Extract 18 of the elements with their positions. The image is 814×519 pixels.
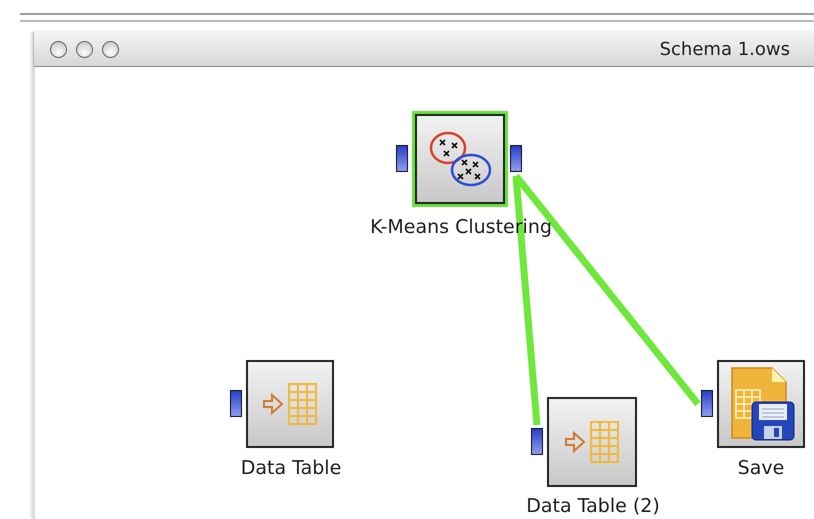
close-button[interactable] (50, 40, 67, 58)
widget-node[interactable] (547, 397, 637, 487)
node-label: Data Table (240, 457, 342, 479)
node-label: Save (738, 457, 784, 479)
widget-node[interactable] (246, 360, 334, 448)
input-port[interactable] (701, 390, 713, 417)
table-icon (564, 420, 620, 464)
input-port[interactable] (531, 428, 543, 455)
table-icon (262, 382, 318, 426)
window-title: Schema 1.ows (660, 38, 790, 60)
input-port[interactable] (230, 390, 242, 417)
node-label: Data Table (2) (526, 495, 660, 517)
minimize-button[interactable] (76, 40, 93, 58)
output-port[interactable] (510, 145, 522, 172)
widget-node[interactable] (415, 114, 505, 204)
zoom-button[interactable] (102, 40, 119, 58)
input-port[interactable] (396, 145, 408, 172)
widget-node[interactable] (717, 360, 805, 448)
